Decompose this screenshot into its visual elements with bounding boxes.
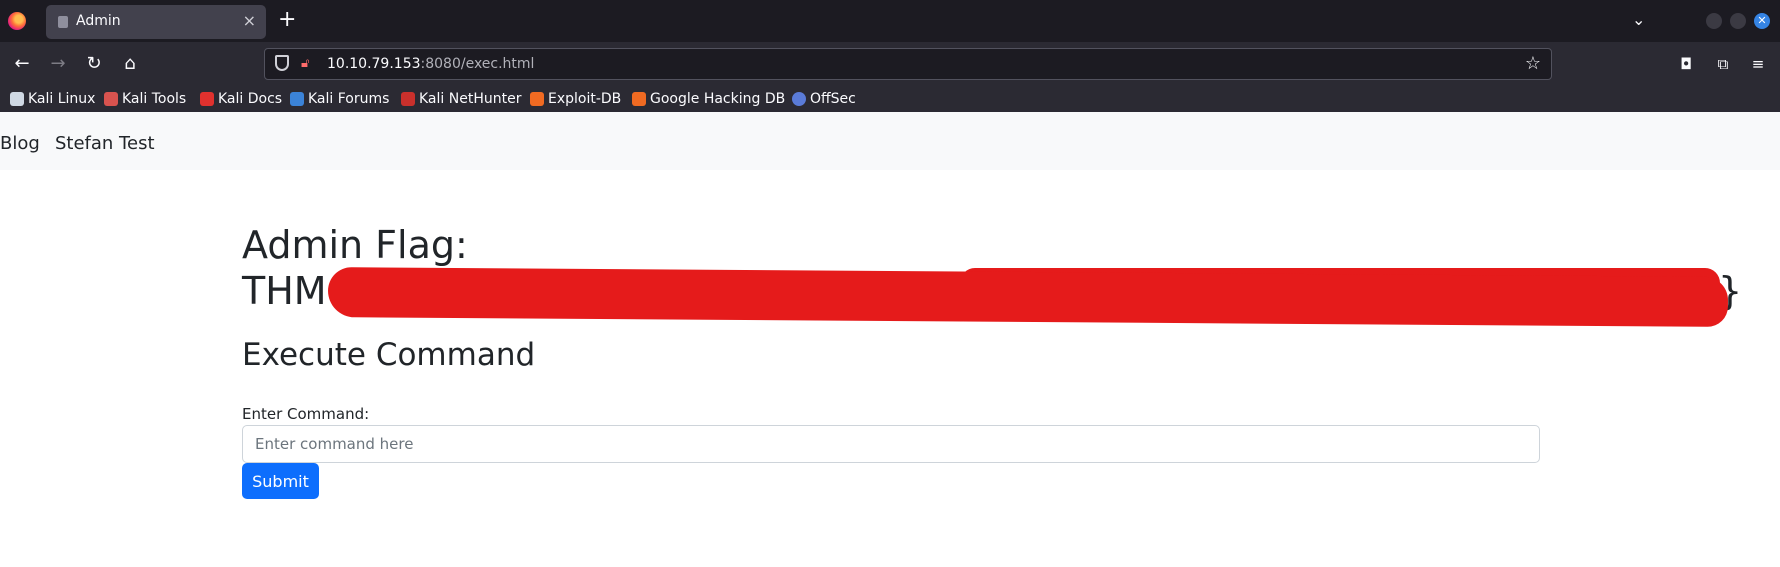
web-page: Blog Stefan Test Admin Flag: THM{} Execut… xyxy=(0,112,1780,567)
flag-label: Admin Flag: xyxy=(242,223,468,267)
bookmark-label: Kali Linux xyxy=(28,91,96,107)
execute-command-heading: Execute Command xyxy=(242,337,536,373)
submit-button[interactable]: Submit xyxy=(242,463,319,499)
bookmark-label: Kali NetHunter xyxy=(419,91,522,107)
bookmarks-toolbar: Kali Linux Kali Tools Kali Docs Kali For… xyxy=(0,86,1780,112)
reload-button[interactable]: ↻ xyxy=(80,50,108,78)
command-label: Enter Command: xyxy=(242,405,370,423)
url-text[interactable]: 10.10.79.153:8080/exec.html xyxy=(327,56,534,72)
bookmark-kali-docs[interactable]: Kali Docs xyxy=(200,90,282,108)
minimize-window-button[interactable] xyxy=(1706,13,1722,29)
bookmark-label: Kali Tools xyxy=(122,91,187,107)
browser-tab-admin[interactable]: Admin × xyxy=(46,5,266,39)
offsec-icon xyxy=(792,92,806,106)
browser-toolbar: ← → ↻ ⌂ 🔓︎ 10.10.79.153:8080/exec.html ☆… xyxy=(0,42,1780,86)
app-menu-icon[interactable]: ≡ xyxy=(1748,54,1768,74)
bookmark-star-icon[interactable]: ☆ xyxy=(1525,53,1541,75)
pocket-icon[interactable]: ◘ xyxy=(1676,54,1696,74)
bookmark-label: Kali Forums xyxy=(308,91,390,107)
list-all-tabs-icon[interactable]: ⌄ xyxy=(1632,10,1645,29)
back-button[interactable]: ← xyxy=(8,50,36,78)
tab-title: Admin xyxy=(76,13,121,29)
tracking-protection-shield-icon[interactable] xyxy=(275,55,289,71)
bookmark-label: Kali Docs xyxy=(218,91,283,107)
url-bar[interactable]: 🔓︎ 10.10.79.153:8080/exec.html ☆ xyxy=(264,48,1552,80)
ghdb-icon xyxy=(632,92,646,106)
exploit-db-icon xyxy=(530,92,544,106)
bookmark-label: OffSec xyxy=(810,91,856,107)
browser-tab-bar: Admin × + ⌄ ✕ xyxy=(0,0,1780,42)
kali-nethunter-icon xyxy=(401,92,415,106)
bookmark-label: Google Hacking DB xyxy=(650,91,786,107)
bookmark-google-hacking-db[interactable]: Google Hacking DB xyxy=(632,90,785,108)
bookmark-exploit-db[interactable]: Exploit-DB xyxy=(530,90,621,108)
bookmark-label: Exploit-DB xyxy=(548,91,622,107)
redaction-mark xyxy=(327,267,1729,327)
close-window-button[interactable]: ✕ xyxy=(1754,13,1770,29)
bookmark-kali-tools[interactable]: Kali Tools xyxy=(104,90,186,108)
nav-link-stefan-test[interactable]: Stefan Test xyxy=(55,133,155,154)
firefox-logo-icon xyxy=(8,12,26,30)
insecure-lock-icon[interactable]: 🔓︎ xyxy=(301,56,315,72)
kali-dragon-icon xyxy=(10,92,24,106)
extensions-icon[interactable]: ⧉ xyxy=(1713,54,1733,74)
home-button[interactable]: ⌂ xyxy=(116,50,144,78)
bookmark-kali-nethunter[interactable]: Kali NetHunter xyxy=(401,90,521,108)
kali-forums-icon xyxy=(290,92,304,106)
new-tab-button[interactable]: + xyxy=(278,7,296,33)
close-tab-icon[interactable]: × xyxy=(243,12,256,30)
maximize-window-button[interactable] xyxy=(1730,13,1746,29)
bookmark-kali-forums[interactable]: Kali Forums xyxy=(290,90,389,108)
site-navbar: Blog Stefan Test xyxy=(0,112,1780,170)
bookmark-kali-linux[interactable]: Kali Linux xyxy=(10,90,95,108)
command-input[interactable] xyxy=(242,425,1540,463)
tab-favicon-icon xyxy=(58,16,68,28)
bookmark-offsec[interactable]: OffSec xyxy=(792,90,856,108)
url-host: 10.10.79.153 xyxy=(327,56,421,72)
kali-tools-icon xyxy=(104,92,118,106)
url-path: :8080/exec.html xyxy=(420,56,535,72)
nav-link-blog[interactable]: Blog xyxy=(0,133,40,154)
kali-docs-icon xyxy=(200,92,214,106)
forward-button[interactable]: → xyxy=(44,50,72,78)
